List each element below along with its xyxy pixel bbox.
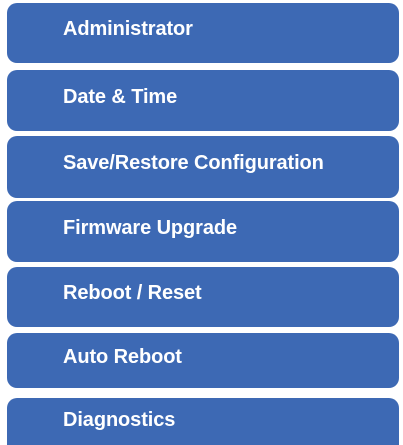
menu-item-diagnostics[interactable]: Diagnostics — [7, 398, 399, 445]
menu-item-firmware-upgrade[interactable]: Firmware Upgrade — [7, 201, 399, 262]
menu-item-label: Firmware Upgrade — [63, 216, 238, 239]
menu-item-label: Auto Reboot — [63, 345, 182, 368]
menu-item-save-restore-configuration[interactable]: Save/Restore Configuration — [7, 136, 399, 198]
menu-item-label: Diagnostics — [63, 408, 176, 431]
menu-item-administrator[interactable]: Administrator — [7, 3, 399, 63]
management-menu: Administrator Date & Time Save/Restore C… — [0, 0, 403, 445]
menu-item-label: Save/Restore Configuration — [63, 152, 324, 174]
menu-item-reboot-reset[interactable]: Reboot / Reset — [7, 267, 399, 327]
menu-item-date-time[interactable]: Date & Time — [7, 70, 399, 131]
menu-item-label: Date & Time — [63, 85, 178, 108]
menu-item-auto-reboot[interactable]: Auto Reboot — [7, 333, 399, 388]
menu-item-label: Administrator — [63, 18, 193, 40]
menu-item-label: Reboot / Reset — [63, 282, 202, 304]
